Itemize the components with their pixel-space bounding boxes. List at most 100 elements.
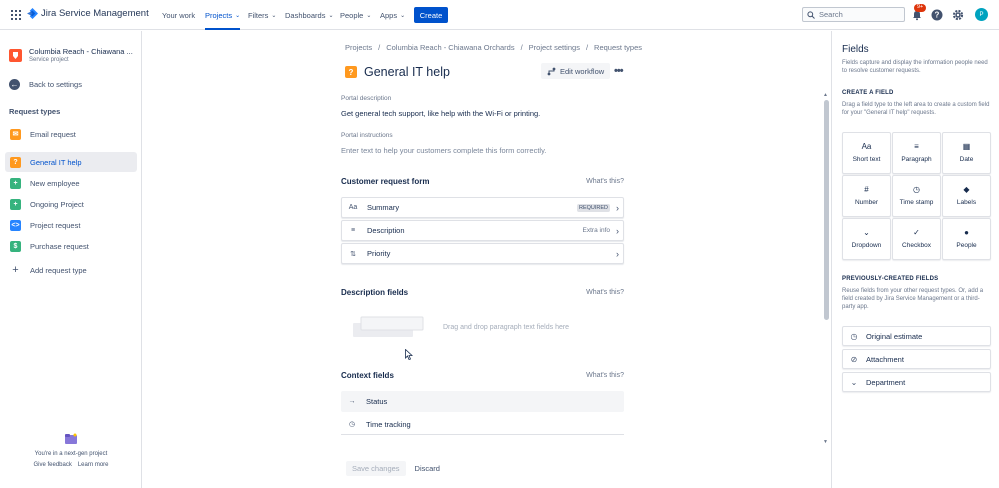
page-title[interactable]: General IT help <box>364 65 450 79</box>
sidebar-item-ongoing-project[interactable]: + Ongoing Project <box>5 194 137 214</box>
search-input[interactable] <box>819 10 899 19</box>
field-type-number[interactable]: # Number <box>842 175 891 217</box>
sidebar-item-purchase-request[interactable]: $ Purchase request <box>5 236 137 256</box>
field-type-dropdown[interactable]: ⌄ Dropdown <box>842 218 891 260</box>
chevron-down-icon: ⌄ <box>271 12 277 19</box>
field-type-label: Time stamp <box>899 199 934 206</box>
portal-instructions-label: Portal instructions <box>341 132 393 139</box>
dropdown-icon: ⌄ <box>850 377 858 387</box>
project-avatar-icon <box>9 49 22 62</box>
context-field-time-tracking[interactable]: ◷ Time tracking <box>341 414 624 435</box>
field-type-short-text[interactable]: Aa Short text <box>842 132 891 174</box>
discard-button[interactable]: Discard <box>415 464 440 473</box>
nav-people[interactable]: People ⌄ <box>340 0 371 30</box>
give-feedback-link[interactable]: Give feedback <box>33 462 71 468</box>
main-scrollbar[interactable]: ▲ ▼ <box>823 92 830 447</box>
question-icon[interactable]: ? <box>345 66 357 78</box>
nav-projects[interactable]: Projects ⌄ <box>205 0 241 30</box>
tag-icon: ◆ <box>963 185 970 194</box>
whats-this-link[interactable]: What's this? <box>586 178 624 185</box>
previous-field-attachment[interactable]: ⊘ Attachment <box>842 349 991 369</box>
fields-panel: Fields Fields capture and display the in… <box>831 31 999 488</box>
app-switcher-icon[interactable] <box>11 10 21 20</box>
plus-icon: + <box>12 263 19 276</box>
portal-description-field[interactable]: Get general tech support, like help with… <box>341 109 540 118</box>
more-actions-icon[interactable]: ••• <box>614 65 624 77</box>
breadcrumb-request-types[interactable]: Request types <box>594 43 642 52</box>
create-field-description: Drag a field type to the left area to cr… <box>842 102 990 116</box>
field-type-people[interactable]: ● People <box>942 218 991 260</box>
chevron-down-icon: ⌄ <box>235 12 241 19</box>
top-navigation-bar: Jira Service Management Your work Projec… <box>0 0 999 30</box>
nav-your-work[interactable]: Your work <box>162 0 195 30</box>
field-type-paragraph[interactable]: ≡ Paragraph <box>892 132 941 174</box>
sidebar-item-new-employee[interactable]: + New employee <box>5 173 137 193</box>
sidebar-item-email-request[interactable]: ✉ Email request <box>5 124 137 144</box>
product-name: Jira Service Management <box>41 8 149 19</box>
next-gen-text: You're in a next-gen project <box>34 451 108 457</box>
back-to-settings-link[interactable]: ← Back to settings <box>9 79 82 90</box>
field-label: Summary <box>367 203 400 212</box>
chevron-down-icon: ⌄ <box>366 12 372 19</box>
dropdown-icon: ⌄ <box>863 228 870 237</box>
sidebar-item-label: Ongoing Project <box>30 199 84 209</box>
field-type-label: Labels <box>956 199 977 206</box>
search-box[interactable] <box>802 7 905 22</box>
product-logo[interactable]: Jira Service Management <box>27 8 149 19</box>
notification-badge: 9+ <box>914 4 927 12</box>
chevron-down-icon: ⌄ <box>328 12 334 19</box>
context-fields-header: Context fields What's this? <box>341 371 624 380</box>
clock-icon: ◷ <box>850 331 858 341</box>
learn-more-link[interactable]: Learn more <box>78 462 109 468</box>
person-icon: ● <box>964 228 969 237</box>
nav-apps[interactable]: Apps ⌄ <box>380 0 405 30</box>
settings-gear-icon[interactable] <box>952 9 964 21</box>
previous-field-department[interactable]: ⌄ Department <box>842 372 991 392</box>
code-icon: <> <box>10 219 21 231</box>
breadcrumb-project-settings[interactable]: Project settings <box>529 43 580 52</box>
breadcrumb-projects[interactable]: Projects <box>345 43 372 52</box>
breadcrumb-project[interactable]: Columbia Reach - Chiawana Orchards <box>386 43 514 52</box>
field-type-label: Checkbox <box>902 242 931 249</box>
mouse-cursor-icon <box>405 349 413 360</box>
field-type-checkbox[interactable]: ✓ Checkbox <box>892 218 941 260</box>
form-field-summary[interactable]: Aa Summary REQUIRED › <box>341 197 624 218</box>
previous-fields-description: Reuse fields from your other request typ… <box>842 288 984 310</box>
previous-field-original-estimate[interactable]: ◷ Original estimate <box>842 326 991 346</box>
field-type-date[interactable]: ▦ Date <box>942 132 991 174</box>
nav-dashboards[interactable]: Dashboards ⌄ <box>285 0 333 30</box>
project-header[interactable]: Columbia Reach - Chiawana ... Service pr… <box>9 47 133 64</box>
form-field-priority[interactable]: ⇅ Priority › <box>341 243 624 264</box>
number-icon: # <box>864 185 869 194</box>
sidebar-item-label: Email request <box>30 129 76 139</box>
text-field-icon: Aa <box>861 142 872 151</box>
stopwatch-icon: ◷ <box>348 421 356 428</box>
form-field-description[interactable]: ≡ Description Extra info › <box>341 220 624 241</box>
create-button[interactable]: Create <box>414 7 448 23</box>
scrollbar-thumb[interactable] <box>824 100 829 320</box>
field-label: Time tracking <box>366 419 411 429</box>
scroll-up-icon[interactable]: ▲ <box>823 92 828 98</box>
scroll-down-icon[interactable]: ▼ <box>823 439 828 445</box>
context-field-status[interactable]: → Status <box>341 391 624 412</box>
field-type-time-stamp[interactable]: ◷ Time stamp <box>892 175 941 217</box>
nav-filters[interactable]: Filters ⌄ <box>248 0 276 30</box>
attachment-icon: ⊘ <box>850 354 858 364</box>
plus-icon: + <box>10 198 21 210</box>
whats-this-link[interactable]: What's this? <box>586 289 624 296</box>
edit-workflow-button[interactable]: Edit workflow <box>541 63 611 79</box>
text-field-icon: Aa <box>348 204 358 211</box>
help-icon[interactable]: ? <box>931 9 943 21</box>
user-avatar[interactable]: P <box>975 8 988 21</box>
sidebar-item-general-it-help[interactable]: ? General IT help <box>5 152 137 172</box>
save-changes-button[interactable]: Save changes <box>346 461 406 476</box>
nav-label: Projects <box>205 10 233 20</box>
whats-this-link[interactable]: What's this? <box>586 372 624 379</box>
sidebar-item-project-request[interactable]: <> Project request <box>5 215 137 235</box>
nav-label: Apps <box>380 10 398 20</box>
portal-instructions-field[interactable]: Enter text to help your customers comple… <box>341 146 546 155</box>
drop-zone-hint: Drag and drop paragraph text fields here <box>443 324 570 331</box>
field-type-label: People <box>956 242 977 249</box>
add-request-type-button[interactable]: + Add request type <box>5 260 137 280</box>
field-type-labels[interactable]: ◆ Labels <box>942 175 991 217</box>
